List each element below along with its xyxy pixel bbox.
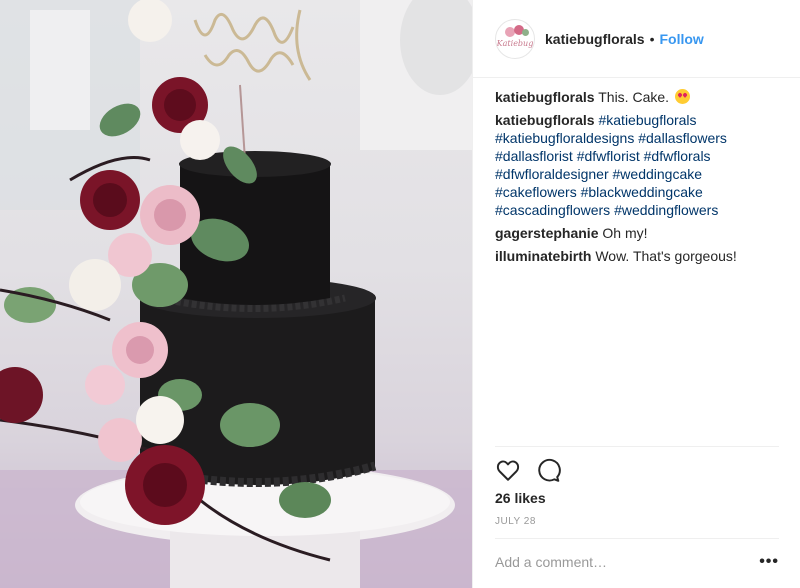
comment-username[interactable]: illuminatebirth — [495, 248, 591, 264]
comment-username[interactable]: katiebugflorals — [495, 89, 595, 105]
comment-text: Wow. That's gorgeous! — [595, 248, 737, 264]
avatar[interactable]: Katiebug — [495, 18, 535, 59]
hashtag-link[interactable]: #dallasflowers — [638, 130, 727, 146]
comment-caption: katiebugflorals This. Cake. — [495, 88, 785, 106]
comment-divider — [495, 538, 779, 539]
post-header: Katiebug katiebugflorals • Follow — [473, 0, 800, 78]
comment: gagerstephanie Oh my! — [495, 224, 785, 242]
hashtag-link[interactable]: #weddingflowers — [614, 202, 718, 218]
more-options-button[interactable]: ••• — [759, 553, 779, 571]
comment-text: This. Cake. — [598, 89, 670, 105]
comment: illuminatebirth Wow. That's gorgeous! — [495, 247, 785, 265]
hashtag-link[interactable]: #dfwfloraldesigner — [495, 166, 609, 182]
post-date[interactable]: JULY 28 — [495, 516, 536, 527]
hashtag-link[interactable]: #dallasflorist — [495, 148, 573, 164]
add-comment-input[interactable] — [495, 554, 735, 570]
comment-username[interactable]: gagerstephanie — [495, 225, 598, 241]
follow-button[interactable]: Follow — [660, 31, 704, 47]
hashtag-link[interactable]: #weddingcake — [613, 166, 703, 182]
comment-hashtags: katiebugflorals #katiebugflorals #katieb… — [495, 111, 785, 219]
post-actions — [495, 456, 575, 484]
heart-eyes-emoji-icon — [674, 89, 690, 104]
add-comment-bar: ••• — [495, 548, 779, 576]
comment-text: Oh my! — [602, 225, 648, 241]
post-sidebar: Katiebug katiebugflorals • Follow katieb… — [472, 0, 800, 588]
hashtag-link[interactable]: #dfwflorals — [644, 148, 711, 164]
post-author-username[interactable]: katiebugflorals — [545, 31, 645, 47]
hashtag-link[interactable]: #katiebugflorals — [598, 112, 696, 128]
heart-icon[interactable] — [495, 457, 521, 483]
comments-list: katiebugflorals This. Cake. katiebugflor… — [495, 88, 785, 270]
hashtag-link[interactable]: #blackweddingcake — [581, 184, 703, 200]
comment-icon[interactable] — [535, 457, 561, 483]
cake-illustration — [0, 0, 472, 588]
hashtag-link[interactable]: #dfwflorist — [577, 148, 640, 164]
hashtag-link[interactable]: #cascadingflowers — [495, 202, 610, 218]
header-separator: • — [649, 30, 655, 47]
likes-count[interactable]: 26 likes — [495, 490, 546, 506]
comment-username[interactable]: katiebugflorals — [495, 112, 595, 128]
hashtag-link[interactable]: #katiebugfloraldesigns — [495, 130, 634, 146]
hashtag-link[interactable]: #cakeflowers — [495, 184, 577, 200]
avatar-logo-text: Katiebug — [496, 38, 534, 48]
instagram-post: Katiebug katiebugflorals • Follow katieb… — [0, 0, 800, 588]
actions-divider — [495, 446, 779, 447]
post-photo[interactable] — [0, 0, 472, 588]
